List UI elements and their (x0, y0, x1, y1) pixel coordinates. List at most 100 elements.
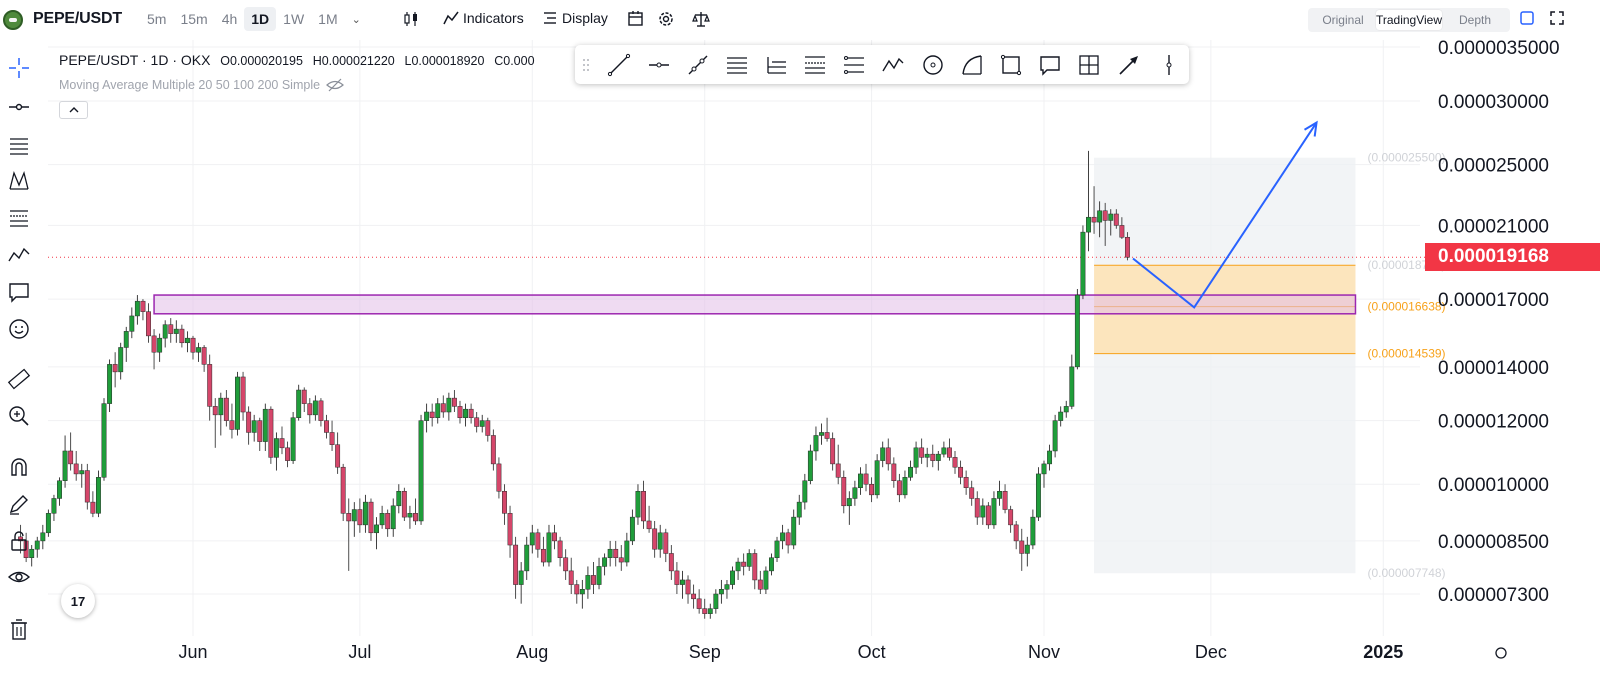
trendline-tool-icon[interactable] (606, 52, 632, 78)
chevron-down-icon[interactable]: ⌄ (345, 7, 368, 31)
annotation-tool[interactable] (4, 277, 34, 307)
candle-body (490, 435, 496, 465)
candle-body (846, 498, 852, 507)
settings-button[interactable] (657, 10, 675, 28)
measure-tool[interactable] (4, 364, 34, 394)
candle-body (997, 491, 1002, 499)
rectangle-tool-icon[interactable] (998, 52, 1024, 78)
candle-body (1008, 509, 1014, 526)
fullscreen-button[interactable] (1549, 10, 1565, 26)
candle-body (607, 548, 613, 558)
candle-body (1119, 225, 1125, 238)
indicators-button[interactable]: Indicators (443, 10, 524, 26)
parallel-channel-tool-icon[interactable] (724, 52, 750, 78)
candle-body (1124, 236, 1130, 258)
fib-level-label: (0.000025500) (1367, 151, 1445, 165)
pattern-tool[interactable] (4, 166, 34, 196)
candle-body (702, 608, 708, 614)
interval-4h[interactable]: 4h (215, 7, 245, 31)
candle-body (146, 311, 151, 337)
time-axis-label: Nov (1028, 642, 1060, 662)
interval-5m[interactable]: 5m (140, 7, 173, 31)
fib-timezone-tool-icon[interactable] (841, 52, 867, 78)
callout-tool-icon[interactable] (1037, 52, 1063, 78)
time-axis-label: Jun (178, 642, 207, 662)
price-axis[interactable]: 0.0000035000 0.000030000 0.000025000 0.0000… (1438, 38, 1560, 606)
price-chart[interactable]: (0.000025500)(0.000018736)(0.000016638)(… (0, 0, 1600, 686)
magnet-tool[interactable] (4, 452, 34, 482)
interval-15m[interactable]: 15m (173, 7, 214, 31)
zigzag-tool-icon[interactable] (880, 52, 906, 78)
candle-body (974, 498, 980, 518)
candle-body (101, 403, 107, 478)
candle-body (418, 420, 424, 522)
chevron-up-icon (69, 107, 78, 113)
symbol-selector[interactable]: PEPE/USDT (33, 10, 122, 28)
emoji-tool[interactable] (4, 314, 34, 344)
interval-1w[interactable]: 1W (276, 7, 311, 31)
legend-collapse-button[interactable] (59, 101, 88, 119)
stay-drawing-tool[interactable] (4, 489, 34, 519)
date-price-range-tool-icon[interactable] (1076, 52, 1102, 78)
candle-body (896, 480, 902, 496)
candle-type-button[interactable] (402, 10, 420, 28)
arc-tool-icon[interactable] (959, 52, 985, 78)
candle-body (835, 463, 841, 478)
ray-tool-icon[interactable] (685, 52, 711, 78)
crosshair-icon (9, 58, 29, 78)
candle-body (824, 432, 830, 439)
candle-body (1113, 213, 1119, 226)
axis-settings-icon[interactable] (1495, 647, 1507, 659)
zoom-tool[interactable] (4, 401, 34, 431)
hide-drawings-tool[interactable] (4, 562, 34, 592)
parallel-lines-tool[interactable] (4, 130, 34, 160)
eye-off-icon[interactable] (326, 78, 344, 92)
candle-body (718, 589, 724, 595)
candle-body (1058, 411, 1064, 421)
forecast-tool[interactable] (4, 240, 34, 270)
drag-handle-icon[interactable] (579, 52, 593, 78)
legend-pair[interactable]: PEPE/USDT · 1D · OKX (59, 52, 210, 68)
candle-body (151, 335, 157, 353)
circle-tool-icon[interactable] (920, 52, 946, 78)
compare-button[interactable] (692, 10, 710, 28)
candle-body (540, 548, 546, 563)
drawing-overlays[interactable]: (0.000025500)(0.000018736)(0.000016638)(… (48, 151, 1446, 581)
interval-1d[interactable]: 1D (244, 7, 277, 31)
time-axis[interactable]: Jun Jul Aug Sep Oct Nov Dec 2025 (178, 642, 1507, 662)
candle-body (985, 505, 991, 526)
candle-body (513, 544, 519, 585)
candle-body (924, 453, 930, 458)
fib-tool[interactable] (4, 203, 34, 233)
price-axis-label: 0.000025000 (1438, 156, 1549, 177)
trash-icon (11, 619, 27, 640)
parallel-lines-icon (10, 138, 28, 155)
horizontal-line-tool-icon[interactable] (646, 52, 672, 78)
arrow-marker-tool-icon[interactable] (1116, 52, 1142, 78)
candle-body (424, 411, 430, 421)
remove-drawings-tool[interactable] (4, 615, 34, 645)
candle-body (401, 491, 407, 518)
crosshair-tool[interactable] (4, 53, 34, 83)
vertical-line-tool-icon[interactable] (1156, 52, 1182, 78)
candle-body (84, 470, 90, 503)
candle-body (329, 432, 335, 445)
candlestick-icon (404, 12, 417, 26)
calendar-button[interactable] (627, 10, 644, 27)
tradingview-logo[interactable]: 17 (61, 584, 95, 618)
candle-body (579, 589, 585, 595)
display-button[interactable]: Display (542, 10, 608, 26)
view-original[interactable]: Original (1310, 10, 1376, 30)
lock-drawings-tool[interactable] (4, 526, 34, 556)
eye-icon (7, 571, 31, 583)
moving-average-legend[interactable]: Moving Average Multiple 20 50 100 200 Si… (59, 78, 344, 92)
view-tradingview[interactable]: TradingView (1375, 10, 1443, 30)
pitchfork-tool-icon[interactable] (763, 52, 789, 78)
candle-body (413, 513, 418, 522)
fib-channel-tool-icon[interactable] (802, 52, 828, 78)
interval-1m[interactable]: 1M (311, 7, 344, 31)
candle-body (40, 532, 46, 542)
view-depth[interactable]: Depth (1442, 10, 1508, 30)
horizontal-ray-tool[interactable] (4, 92, 34, 122)
window-button[interactable] (1519, 10, 1535, 26)
